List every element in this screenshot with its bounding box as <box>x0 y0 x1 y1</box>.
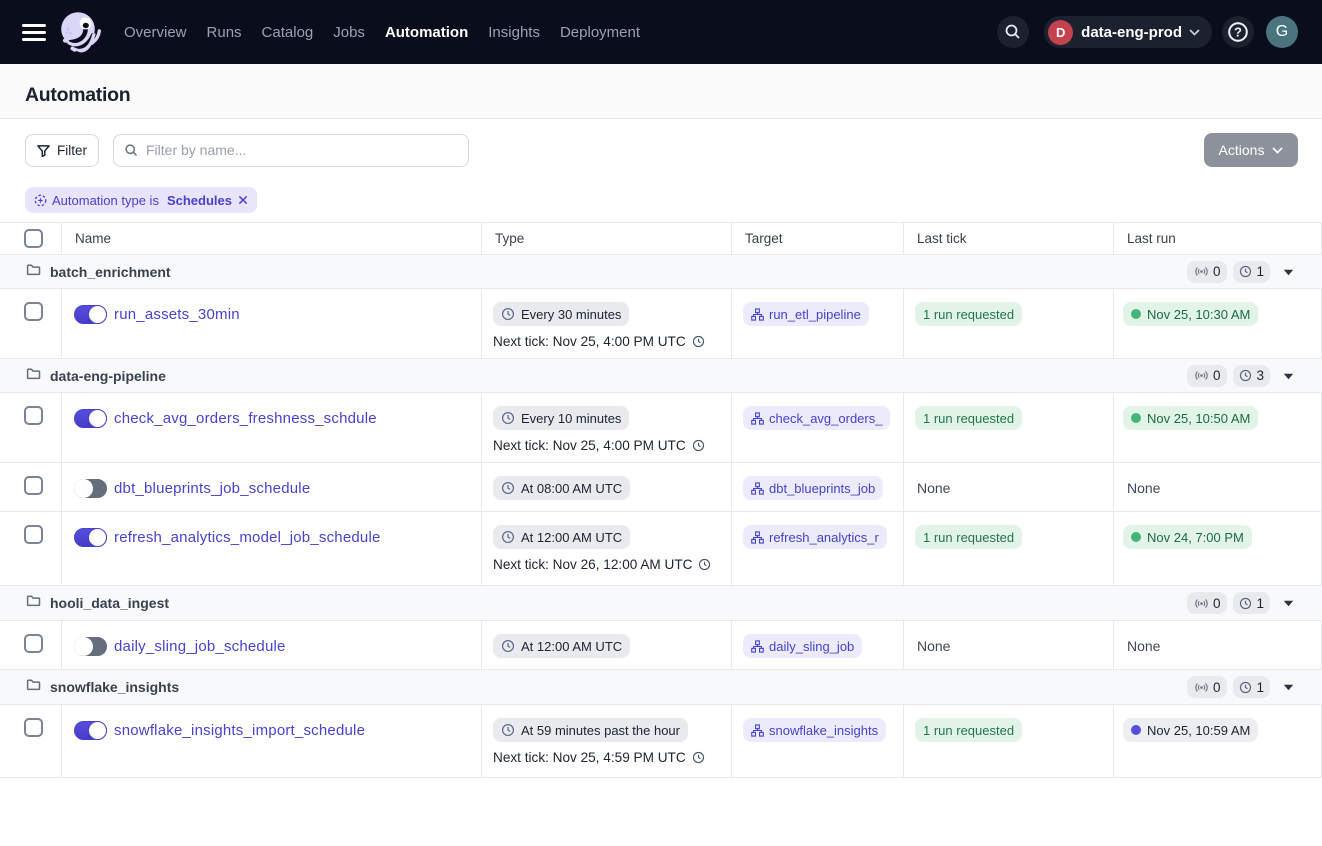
svg-text:?: ? <box>1234 25 1242 40</box>
